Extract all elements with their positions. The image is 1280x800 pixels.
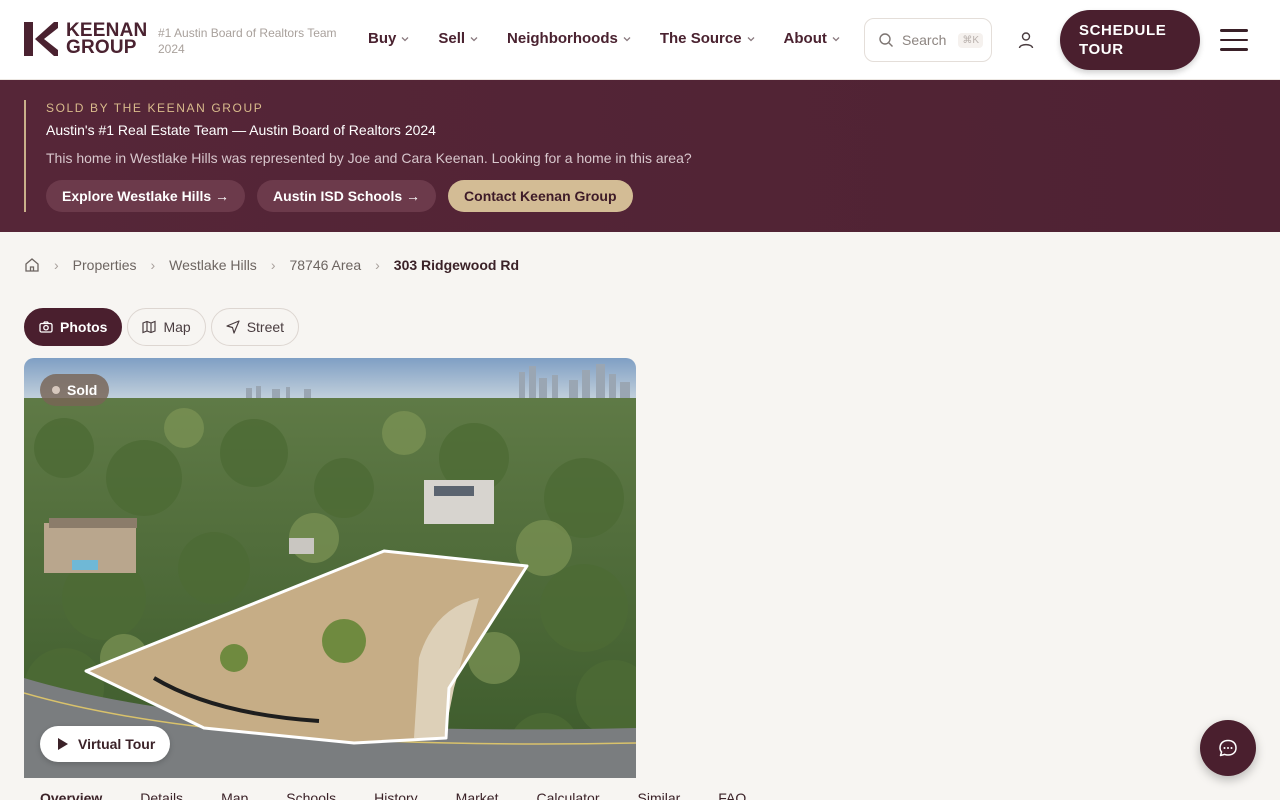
search-icon (879, 33, 893, 47)
chevron-right-icon: › (375, 257, 380, 273)
virtual-tour-label: Virtual Tour (78, 736, 156, 752)
banner-description: This home in Westlake Hills was represen… (46, 150, 692, 166)
tab-photos-label: Photos (60, 319, 108, 335)
search-button[interactable]: Search ⌘K (864, 18, 992, 62)
schedule-tour-button[interactable]: SCHEDULE TOUR (1060, 10, 1200, 70)
main-nav: Buy Sell Neighborhoods The Source About (368, 30, 840, 47)
austin-isd-schools-button[interactable]: Austin ISD Schools → (257, 180, 437, 212)
menu-icon[interactable] (1220, 29, 1248, 51)
contact-keenan-group-button[interactable]: Contact Keenan Group (448, 180, 633, 212)
chevron-right-icon: › (54, 257, 59, 273)
banner-accent-bar (24, 100, 26, 212)
breadcrumb: › Properties › Westlake Hills › 78746 Ar… (24, 257, 519, 273)
status-dot (52, 386, 60, 394)
tab-photos[interactable]: Photos (24, 308, 123, 346)
play-icon (58, 738, 68, 750)
tab-overview[interactable]: Overview (40, 790, 102, 800)
breadcrumb-78746-area[interactable]: 78746 Area (289, 257, 361, 273)
tab-schools[interactable]: Schools (286, 790, 336, 800)
keenan-group-logo[interactable]: KEENAN GROUP (24, 20, 148, 58)
home-icon[interactable] (24, 257, 40, 273)
breadcrumb-westlake-hills[interactable]: Westlake Hills (169, 257, 257, 273)
tab-calculator[interactable]: Calculator (536, 790, 599, 800)
tab-similar[interactable]: Similar (638, 790, 681, 800)
nav-the-source[interactable]: The Source (660, 30, 755, 47)
navigation-arrow-icon (226, 320, 240, 334)
logo-wordmark: KEENAN GROUP (66, 20, 148, 58)
breadcrumb-properties[interactable]: Properties (73, 257, 137, 273)
search-label: Search (902, 32, 947, 48)
media-view-tabs: Photos Map Street (24, 308, 304, 346)
breadcrumb-current-address: 303 Ridgewood Rd (393, 257, 520, 273)
camera-icon (39, 321, 53, 333)
user-account-icon[interactable] (1016, 30, 1036, 50)
chat-button[interactable] (1200, 720, 1256, 776)
map-icon (142, 320, 157, 334)
banner-title: Austin's #1 Real Estate Team — Austin Bo… (46, 122, 436, 138)
tab-map-label: Map (163, 319, 191, 335)
logo-k-icon (24, 22, 58, 56)
explore-westlake-hills-button[interactable]: Explore Westlake Hills → (46, 180, 246, 212)
tab-street[interactable]: Street (210, 308, 300, 346)
chevron-down-icon (747, 36, 755, 41)
property-photo[interactable]: Sold Virtual Tour (24, 358, 636, 778)
status-badge-label: Sold (67, 382, 98, 398)
tab-map[interactable]: Map (127, 308, 206, 346)
virtual-tour-button[interactable]: Virtual Tour (40, 726, 171, 762)
nav-the-source-label: The Source (659, 30, 742, 47)
chevron-right-icon: › (270, 257, 276, 273)
chat-bubble-icon (1219, 739, 1237, 757)
search-shortcut: ⌘K (958, 32, 984, 48)
nav-sell-label: Sell (438, 30, 466, 47)
banner-actions: Explore Westlake Hills → Austin ISD Scho… (46, 180, 645, 212)
nav-sell[interactable]: Sell (438, 30, 478, 47)
tab-history[interactable]: History (374, 790, 418, 800)
nav-buy[interactable]: Buy (368, 30, 409, 47)
site-header: KEENAN GROUP #1 Austin Board of Realtors… (0, 0, 1280, 80)
tab-street-label: Street (246, 319, 285, 335)
nav-buy-label: Buy (368, 30, 397, 47)
aerial-lot-photo (24, 358, 636, 778)
chevron-down-icon (832, 36, 840, 41)
tab-market[interactable]: Market (456, 790, 499, 800)
nav-about[interactable]: About (784, 30, 840, 47)
chevron-down-icon (401, 36, 409, 41)
tab-details[interactable]: Details (140, 790, 183, 800)
nav-neighborhoods-label: Neighborhoods (507, 30, 618, 47)
chevron-down-icon (470, 36, 478, 41)
tab-map-section[interactable]: Map (221, 790, 248, 800)
banner-kicker: SOLD BY THE KEENAN GROUP (46, 101, 264, 115)
tab-faq[interactable]: FAQ (718, 790, 746, 800)
nav-neighborhoods[interactable]: Neighborhoods (507, 30, 631, 47)
chevron-right-icon: › (150, 257, 156, 273)
nav-about-label: About (783, 30, 827, 47)
header-tagline: #1 Austin Board of Realtors Team 2024 (158, 26, 337, 56)
section-tabs: Overview Details Map Schools History Mar… (40, 790, 784, 800)
status-badge: Sold (40, 374, 110, 406)
chevron-down-icon (623, 36, 631, 41)
sold-banner: SOLD BY THE KEENAN GROUP Austin's #1 Rea… (0, 80, 1280, 232)
